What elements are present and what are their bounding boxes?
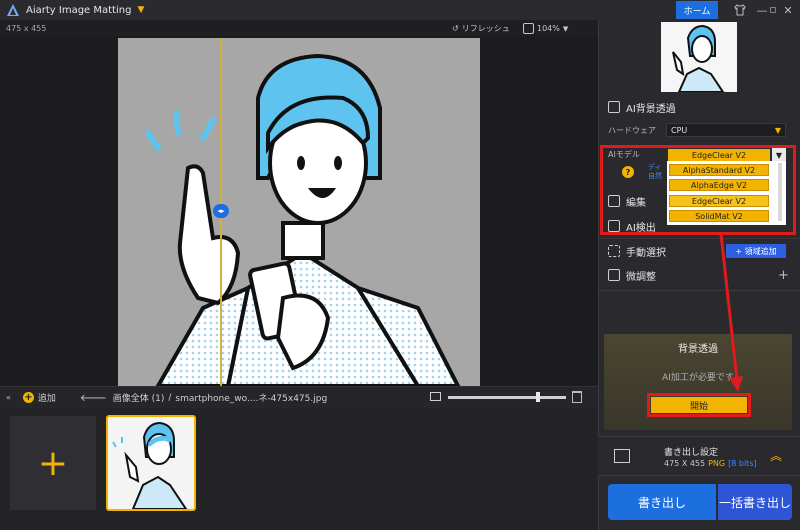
chevron-up-icon[interactable]: ︽ (770, 447, 782, 464)
zoom-level: 104% (537, 24, 560, 33)
export-meta: 475 X 455 PNG [8 bits] (664, 459, 757, 468)
hardware-label: ハードウェア (608, 125, 656, 135)
collapse-icon[interactable]: « (6, 393, 11, 402)
zoom-icon (523, 23, 534, 34)
refresh-button[interactable]: ↺ リフレッシュ (452, 23, 510, 34)
manual-select-icon (608, 245, 620, 257)
export-title: 書き出し設定 (664, 448, 719, 458)
fine-tune-icon (608, 269, 620, 281)
back-arrow-icon[interactable]: 🡐 (80, 392, 107, 404)
image-thumbnail[interactable] (106, 415, 196, 511)
panel-preview-thumbnail (661, 22, 737, 92)
export-button[interactable]: 書き出し (608, 484, 716, 520)
batch-export-button[interactable]: 一括書き出し (718, 484, 792, 520)
image-canvas[interactable] (0, 36, 598, 386)
refresh-label: リフレッシュ (461, 24, 510, 33)
zoom-control[interactable]: 104% ▼ (523, 23, 568, 34)
remove-subtitle: AI加工が必要です (662, 373, 734, 383)
preview-image (118, 38, 480, 386)
chevron-down-icon: ▼ (562, 24, 569, 33)
chevron-down-icon: ▼ (774, 125, 781, 135)
maximize-icon[interactable] (760, 2, 776, 18)
start-button[interactable]: 開始 (651, 397, 747, 413)
add-label[interactable]: 追加 (38, 391, 56, 404)
annotation-arrow (719, 233, 743, 392)
image-size-label: 475 x 455 (6, 24, 47, 33)
expand-plus-icon[interactable]: + (778, 268, 789, 283)
file-name: smartphone_wo....ネ-475x475.jpg (175, 394, 328, 404)
bg-removal-section[interactable]: AI背景透過 (598, 100, 800, 115)
app-logo-icon (7, 4, 19, 16)
fine-tune-label: 微調整 (626, 271, 656, 283)
export-format: PNG (708, 459, 726, 468)
hardware-select[interactable]: CPU ▼ (666, 123, 786, 137)
thumbnail-area: + (0, 408, 598, 530)
breadcrumb-separator: / (168, 392, 172, 403)
remove-title: 背景透過 (678, 344, 718, 355)
export-size: 475 X 455 (664, 459, 706, 468)
close-icon[interactable]: ✕ (780, 2, 796, 18)
add-image-tile[interactable]: + (10, 416, 96, 510)
home-button[interactable]: ホーム (676, 1, 718, 19)
app-title: Aiarty Image Matting (26, 4, 132, 16)
export-settings[interactable]: 書き出し設定 475 X 455 PNG [8 bits] ︽ (598, 436, 800, 476)
manual-select-label: 手動選択 (626, 247, 666, 259)
slider-handle[interactable] (536, 392, 540, 402)
highlight-frame-model (600, 145, 796, 235)
fine-tune-section[interactable]: 微調整 (598, 268, 800, 283)
panel-divider (598, 290, 800, 291)
chevron-down-icon[interactable]: ▼ (137, 5, 144, 15)
trash-icon[interactable] (572, 391, 582, 403)
export-bits[interactable]: [8 bits] (728, 459, 756, 468)
bg-removal-icon (608, 101, 620, 113)
thumbnail-size-slider[interactable] (448, 396, 566, 399)
add-icon[interactable]: + (22, 392, 34, 403)
shirt-icon[interactable] (732, 2, 748, 18)
hardware-value: CPU (671, 125, 688, 135)
split-handle[interactable]: ◂▸ (213, 204, 229, 218)
export-settings-icon (614, 449, 630, 463)
refresh-icon: ↺ (452, 24, 459, 33)
panel-divider (598, 238, 800, 239)
image-icon (430, 392, 441, 401)
breadcrumb-all[interactable]: 画像全体 (1) (113, 391, 165, 404)
bg-removal-label: AI背景透過 (626, 103, 676, 115)
